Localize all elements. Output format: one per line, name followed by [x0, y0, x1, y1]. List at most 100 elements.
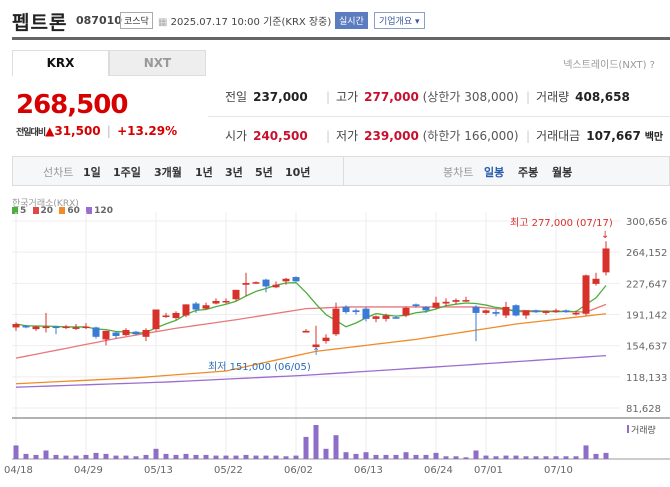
- x-tick-label: 07/10: [544, 465, 573, 476]
- volume-bar: [323, 448, 329, 459]
- candle-body: [372, 316, 380, 319]
- candle-body: [142, 329, 150, 337]
- x-tick-label: 04/18: [4, 465, 33, 476]
- candle-body: [602, 248, 610, 273]
- volume-bar: [413, 454, 419, 459]
- candle-body: [452, 300, 460, 302]
- x-tick-label: 06/24: [424, 465, 453, 476]
- y-tick-label: 154,637: [626, 342, 667, 353]
- candle-body: [592, 278, 600, 284]
- candle-body: [542, 311, 550, 313]
- volume-bar: [223, 455, 229, 459]
- candle-body: [42, 326, 50, 329]
- volume-bar: [23, 453, 29, 459]
- volume-bar: [193, 454, 199, 459]
- candle-body: [112, 332, 120, 336]
- volume-bar: [593, 453, 599, 459]
- candle-body: [422, 306, 430, 311]
- candle-body: [532, 310, 540, 313]
- volume-bar: [73, 455, 79, 459]
- volume-bar: [553, 456, 559, 459]
- volume-bar: [523, 456, 529, 459]
- volume-bar: [363, 452, 369, 459]
- candle-body: [152, 309, 160, 330]
- volume-bar: [203, 454, 209, 459]
- volume-bar: [443, 456, 449, 459]
- volume-bar: [213, 455, 219, 459]
- y-tick-label: 191,142: [626, 311, 667, 322]
- volume-bar: [243, 454, 249, 459]
- volume-bar: [13, 445, 19, 459]
- down-arrow-icon: ↓: [601, 230, 609, 241]
- candle-body: [582, 275, 590, 314]
- x-tick-label: 05/13: [144, 465, 173, 476]
- y-tick-label: 81,628: [626, 404, 661, 415]
- volume-bar: [463, 457, 469, 459]
- x-tick-label: 06/13: [354, 465, 383, 476]
- volume-bar: [393, 454, 399, 459]
- candle-body: [32, 326, 40, 330]
- candle-body: [482, 310, 490, 313]
- volume-legend-mark: [627, 425, 629, 433]
- candle-body: [292, 277, 300, 282]
- candle-body: [222, 300, 230, 303]
- volume-bar: [543, 456, 549, 459]
- candle-body: [92, 327, 100, 337]
- volume-bar: [333, 435, 339, 459]
- candle-body: [182, 304, 190, 316]
- volume-bar: [143, 454, 149, 459]
- volume-bar: [283, 456, 289, 459]
- volume-bar: [53, 454, 59, 459]
- candle-body: [282, 278, 290, 282]
- volume-bar: [123, 455, 129, 459]
- volume-bar: [583, 445, 589, 459]
- volume-bar: [423, 454, 429, 459]
- up-arrow-icon: ↑: [312, 347, 320, 358]
- candle-body: [132, 331, 140, 335]
- candle-body: [72, 327, 80, 329]
- volume-bar: [503, 455, 509, 459]
- candle-body: [252, 282, 260, 284]
- volume-bar: [563, 456, 569, 459]
- candle-body: [272, 284, 280, 288]
- ma60-line: [15, 313, 607, 385]
- x-tick-label: 07/01: [474, 465, 503, 476]
- candle-body: [212, 300, 220, 304]
- volume-bar: [83, 454, 89, 459]
- candle-body: [202, 305, 210, 309]
- volume-bar: [513, 455, 519, 459]
- volume-bar: [573, 456, 579, 459]
- volume-bar: [173, 454, 179, 459]
- candle-body: [352, 310, 360, 313]
- ma120-line: [15, 354, 607, 388]
- candle-body: [322, 337, 330, 342]
- volume-bar: [133, 456, 139, 459]
- volume-bar: [43, 450, 49, 459]
- volume-bar: [383, 454, 389, 459]
- candle-body: [262, 279, 270, 287]
- volume-bar: [533, 456, 539, 459]
- candle-body: [512, 305, 520, 316]
- high-annotation: 최고 277,000 (07/17): [510, 217, 613, 229]
- candle-body: [392, 317, 400, 319]
- candle-body: [232, 289, 240, 300]
- candle-body: [572, 312, 580, 315]
- candle-body: [552, 310, 560, 312]
- price-chart[interactable]: 300,656 264,152 227,647 191,142 154,637 118,1…: [0, 0, 670, 487]
- candle-body: [462, 300, 470, 302]
- x-tick-label: 05/22: [214, 465, 243, 476]
- candle-body: [402, 307, 410, 316]
- volume-bar: [113, 455, 119, 459]
- volume-bar: [483, 455, 489, 459]
- candle-body: [242, 283, 250, 285]
- candle-body: [382, 315, 390, 319]
- volume-bar: [603, 452, 609, 459]
- x-tick-label: 06/02: [284, 465, 313, 476]
- candle-body: [102, 330, 110, 340]
- volume-bar: [103, 453, 109, 459]
- volume-bar: [263, 455, 269, 459]
- volume-bar: [373, 454, 379, 459]
- candle-body: [52, 326, 60, 329]
- volume-bar: [493, 456, 499, 459]
- low-annotation: 최저 151,000 (06/05): [208, 361, 311, 373]
